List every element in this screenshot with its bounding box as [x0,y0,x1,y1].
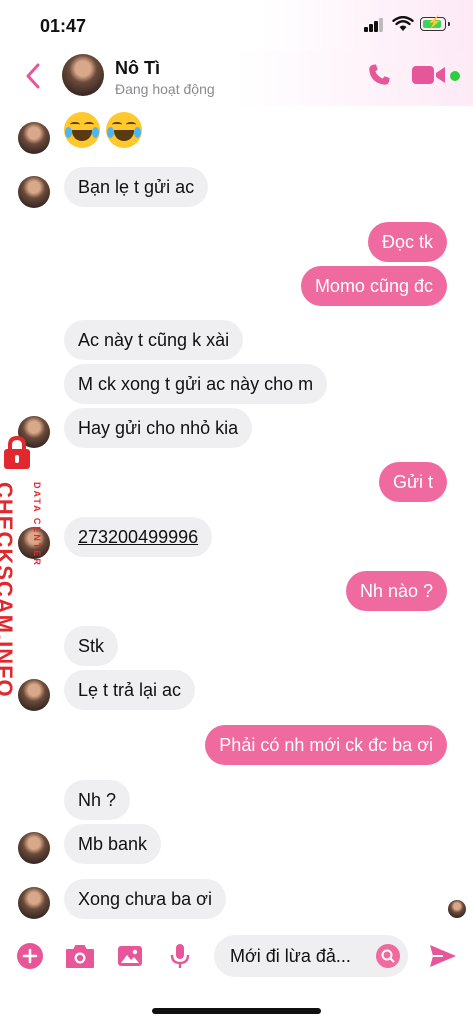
message-bubble-incoming[interactable]: Ac này t cũng k xài [64,320,244,360]
contact-avatar-small [18,887,50,919]
status-bar: 01:47 ⚡ [0,0,473,50]
message-bubble-incoming[interactable]: Stk [64,626,119,666]
watermark: CHECKSCAM.INFO DATA CENTER [0,436,50,698]
message-bubble-incoming[interactable]: Bạn lẹ t gửi ac [64,167,209,207]
home-indicator[interactable] [152,1008,321,1014]
laughing-tears-emoji-icon [64,112,100,148]
battery-icon: ⚡ [420,15,450,31]
watermark-text: CHECKSCAM.INFO [0,482,17,698]
message-bubble-incoming-account-number[interactable]: 273200499996 [64,517,213,557]
chat-header: Nô Tì Đang hoạt động [0,50,473,106]
status-time: 01:47 [40,16,87,36]
plus-icon[interactable] [16,942,44,970]
message-input[interactable]: Mới đi lừa đả... [214,935,408,977]
message-bubble-incoming[interactable]: M ck xong t gửi ac này cho m [64,364,328,404]
laughing-tears-emoji-icon [106,112,142,148]
message-bubble-incoming[interactable]: Xong chưa ba ơi [64,879,226,919]
contact-avatar-small [18,679,50,711]
contact-status: Đang hoạt động [115,81,215,97]
contact-avatar-small [18,122,50,154]
back-chevron-icon[interactable] [22,61,46,91]
message-bubble-outgoing[interactable]: Momo cũng đc [300,266,447,306]
contact-avatar[interactable] [62,54,104,96]
message-bubble-outgoing[interactable]: Đọc tk [367,222,447,262]
contact-avatar-small [18,832,50,864]
microphone-icon[interactable] [166,942,194,970]
message-composer: Mới đi lừa đả... [0,930,473,986]
video-call-icon[interactable] [412,64,446,86]
message-bubble-outgoing[interactable]: Nh nào ? [345,571,447,611]
message-bubble-incoming[interactable]: Nh ? [64,780,131,820]
message-bubble-incoming[interactable]: Mb bank [64,824,162,864]
watermark-subtext: DATA CENTER [32,482,42,567]
emoji-message[interactable] [64,110,142,150]
lock-icon [4,436,30,469]
contact-avatar-small [18,176,50,208]
send-icon[interactable] [428,942,458,970]
message-input-value: Mới đi lừa đả... [230,946,351,966]
message-bubble-incoming[interactable]: Lẹ t trả lại ac [64,670,196,710]
contact-name[interactable]: Nô Tì [115,58,160,79]
wifi-icon [392,16,414,31]
message-bubble-incoming[interactable]: Hay gửi cho nhỏ kia [64,408,253,448]
cellular-signal-icon [364,18,384,32]
read-receipt-avatar [448,900,466,918]
online-status-dot [450,71,460,81]
photo-gallery-icon[interactable] [116,942,144,970]
search-icon[interactable] [376,944,400,968]
camera-icon[interactable] [64,942,96,970]
message-bubble-outgoing[interactable]: Phải có nh mới ck đc ba ơi [205,725,447,765]
message-bubble-outgoing[interactable]: Gửi t [378,462,447,502]
phone-call-icon[interactable] [366,62,392,88]
